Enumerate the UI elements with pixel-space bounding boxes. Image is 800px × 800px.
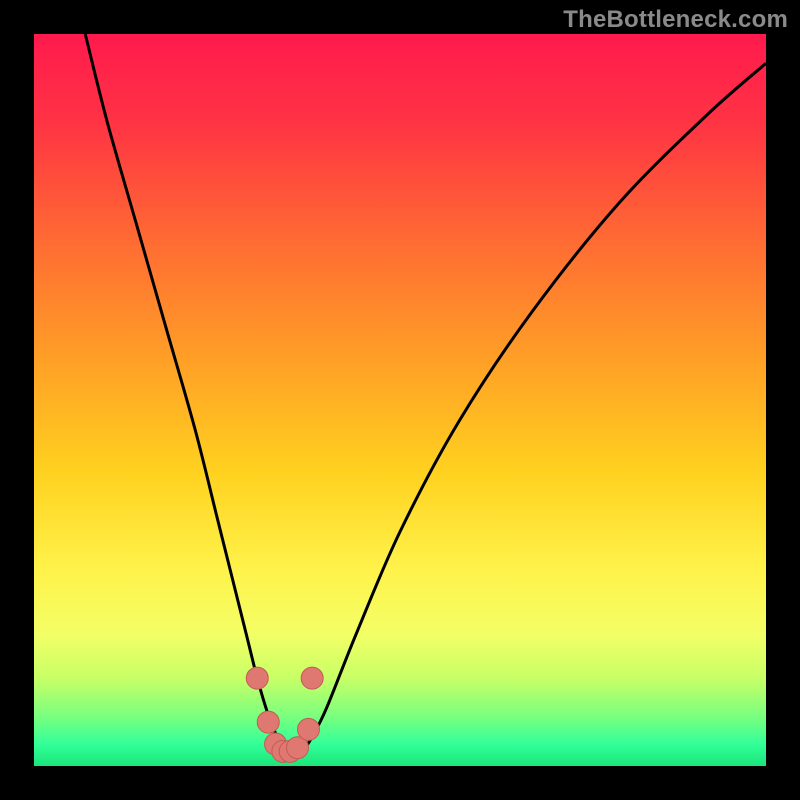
curve-marker: [246, 667, 268, 689]
curve-marker: [298, 718, 320, 740]
watermark-label: TheBottleneck.com: [563, 6, 788, 34]
chart-frame: TheBottleneck.com: [0, 0, 800, 800]
chart-svg: [34, 34, 766, 766]
curve-marker: [301, 667, 323, 689]
curve-marker: [257, 711, 279, 733]
chart-plot-area: [34, 34, 766, 766]
chart-background-gradient: [34, 34, 766, 766]
